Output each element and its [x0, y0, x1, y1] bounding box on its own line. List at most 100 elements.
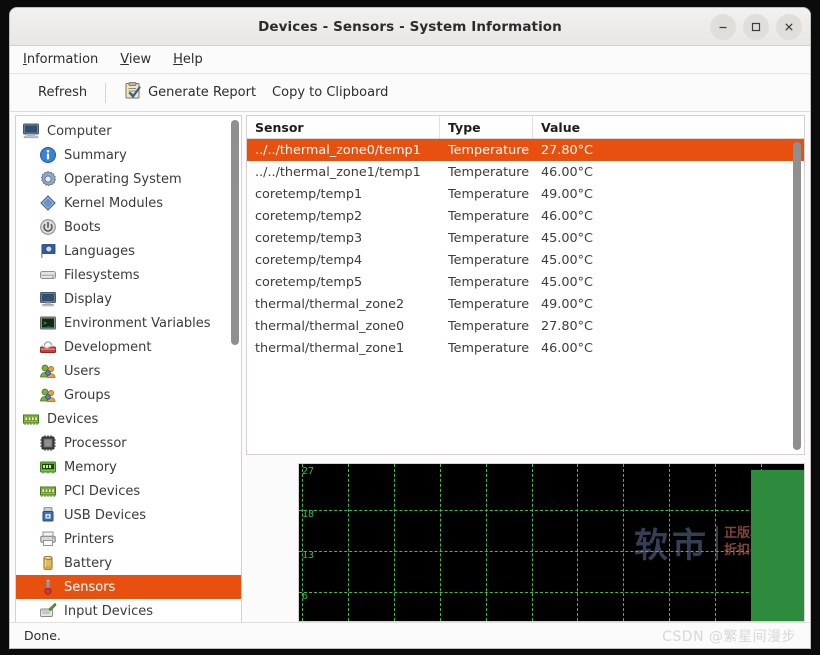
menu-help[interactable]: Help [173, 50, 203, 69]
minimize-button[interactable] [710, 13, 736, 40]
cell-type: Temperature [448, 230, 530, 246]
table-row[interactable]: ../../thermal_zone0/temp1 Temperature 27.8… [247, 139, 804, 161]
cell-sensor: coretemp/temp5 [255, 274, 363, 290]
table-row[interactable]: thermal/thermal_zone2 Temperature 49.00°C [247, 293, 804, 315]
sidebar-item-boots[interactable]: Boots [16, 215, 241, 239]
sidebar-item-label: Sensors [64, 579, 116, 595]
menu-view-mnemonic: V [120, 52, 129, 67]
close-button[interactable] [776, 13, 802, 40]
table-row[interactable]: coretemp/temp2 Temperature 46.00°C [247, 205, 804, 227]
sidebar-item-computer[interactable]: Computer [16, 119, 241, 143]
gear-icon [38, 170, 57, 189]
cell-type: Temperature [448, 296, 530, 312]
chart-gridline-vertical [439, 464, 441, 621]
sidebar-item-label: Kernel Modules [64, 195, 164, 211]
table-row[interactable]: coretemp/temp5 Temperature 45.00°C [247, 271, 804, 293]
copy-to-clipboard-button[interactable]: Copy to Clipboard [264, 82, 396, 103]
sidebar-item-languages[interactable]: Languages [16, 239, 241, 263]
sidebar-item-battery[interactable]: Battery [16, 551, 241, 575]
table-row[interactable]: coretemp/temp4 Temperature 45.00°C [247, 249, 804, 271]
sidebar-item-label: Languages [64, 243, 135, 259]
refresh-button[interactable]: Refresh [30, 82, 95, 103]
battery-icon [38, 554, 57, 573]
menu-information[interactable]: Information [23, 50, 98, 69]
sidebar-item-development[interactable]: Development [16, 335, 241, 359]
column-header-sensor[interactable]: Sensor [247, 116, 440, 138]
chart-container: 软市 正版软件 折扣平台 27 18 13 6 [246, 455, 805, 622]
table-body: ../../thermal_zone0/temp1 Temperature 27.8… [247, 139, 804, 454]
maximize-button[interactable] [743, 13, 769, 40]
sidebar-container: Computer Summary Operating System Kernel Mo… [10, 112, 242, 622]
pci-card-icon [38, 482, 57, 501]
sidebar-item-environment-variables[interactable]: >_ Environment Variables [16, 311, 241, 335]
sidebar-list: Computer Summary Operating System Kernel Mo… [16, 116, 241, 622]
window-controls [710, 13, 802, 40]
sidebar-item-label: Groups [64, 387, 111, 403]
printer-icon [38, 530, 57, 549]
chart-gridline-horizontal [299, 510, 804, 512]
refresh-label: Refresh [38, 85, 88, 100]
sidebar-item-label: Environment Variables [64, 315, 211, 331]
copy-to-clipboard-label: Copy to Clipboard [272, 85, 389, 100]
cell-value: 49.00°C [541, 296, 593, 312]
cell-type: Temperature [448, 340, 530, 356]
drive-icon [38, 266, 57, 285]
sidebar-item-filesystems[interactable]: Filesystems [16, 263, 241, 287]
sidebar-item-label: Display [64, 291, 112, 307]
table-row[interactable]: ../../thermal_zone1/temp1 Temperature 46.0… [247, 161, 804, 183]
sensor-history-chart[interactable]: 软市 正版软件 折扣平台 27 18 13 6 [298, 463, 805, 622]
sidebar-item-summary[interactable]: Summary [16, 143, 241, 167]
menu-view-rest: iew [128, 52, 152, 67]
table-row[interactable]: coretemp/temp3 Temperature 45.00°C [247, 227, 804, 249]
table-row[interactable]: thermal/thermal_zone0 Temperature 27.80°C [247, 315, 804, 337]
sidebar-item-devices[interactable]: Devices [16, 407, 241, 431]
cell-sensor: ../../thermal_zone0/temp1 [255, 142, 421, 158]
toolbar-separator [105, 82, 107, 103]
sidebar-item-pci-devices[interactable]: PCI Devices [16, 479, 241, 503]
sidebar-scrollbar[interactable] [231, 120, 239, 618]
sidebar-item-printers[interactable]: Printers [16, 527, 241, 551]
menu-bar: Information View Help [10, 46, 810, 74]
sidebar-item-users[interactable]: Users [16, 359, 241, 383]
sidebar-item-memory[interactable]: Memory [16, 455, 241, 479]
cell-type: Temperature [448, 274, 530, 290]
computer-icon [21, 122, 40, 141]
cell-value: 46.00°C [541, 208, 593, 224]
terminal-icon: >_ [38, 314, 57, 333]
watermark-divider [715, 525, 718, 560]
sidebar-item-groups[interactable]: Groups [16, 383, 241, 407]
sidebar-scrollbar-thumb[interactable] [231, 120, 239, 345]
cell-value: 49.00°C [541, 186, 593, 202]
sidebar-item-sensors[interactable]: Sensors [16, 575, 241, 599]
sidebar-item-usb-devices[interactable]: USB Devices [16, 503, 241, 527]
sidebar-item-display[interactable]: Display [16, 287, 241, 311]
table-scrollbar[interactable] [793, 142, 801, 450]
cell-value: 27.80°C [541, 318, 593, 334]
toolbar: Refresh Generate Report Copy to Clipboar… [10, 74, 810, 112]
chart-gridline-vertical [669, 464, 671, 621]
cell-value: 46.00°C [541, 164, 593, 180]
monitor-icon [38, 290, 57, 309]
diamond-icon [38, 194, 57, 213]
generate-report-button[interactable]: Generate Report [116, 79, 264, 106]
sidebar: Computer Summary Operating System Kernel Mo… [15, 115, 242, 622]
table-scrollbar-thumb[interactable] [793, 142, 801, 450]
cell-value: 45.00°C [541, 252, 593, 268]
chart-gridline-vertical [393, 464, 395, 621]
menu-view[interactable]: View [120, 50, 151, 69]
menu-information-rest: nformation [26, 52, 99, 67]
column-header-value[interactable]: Value [533, 116, 804, 138]
input-device-icon [38, 602, 57, 621]
sidebar-item-kernel-modules[interactable]: Kernel Modules [16, 191, 241, 215]
cell-value: 45.00°C [541, 230, 593, 246]
sidebar-item-label: Development [64, 339, 152, 355]
column-header-type[interactable]: Type [440, 116, 533, 138]
chart-watermark: 软市 正版软件 折扣平台 [299, 464, 804, 621]
sidebar-item-input-devices[interactable]: Input Devices [16, 599, 241, 622]
ram-icon [38, 458, 57, 477]
sidebar-item-processor[interactable]: Processor [16, 431, 241, 455]
screen: Devices - Sensors - System Information I… [0, 0, 820, 655]
sidebar-item-operating-system[interactable]: Operating System [16, 167, 241, 191]
table-row[interactable]: thermal/thermal_zone1 Temperature 46.00°C [247, 337, 804, 359]
table-row[interactable]: coretemp/temp1 Temperature 49.00°C [247, 183, 804, 205]
